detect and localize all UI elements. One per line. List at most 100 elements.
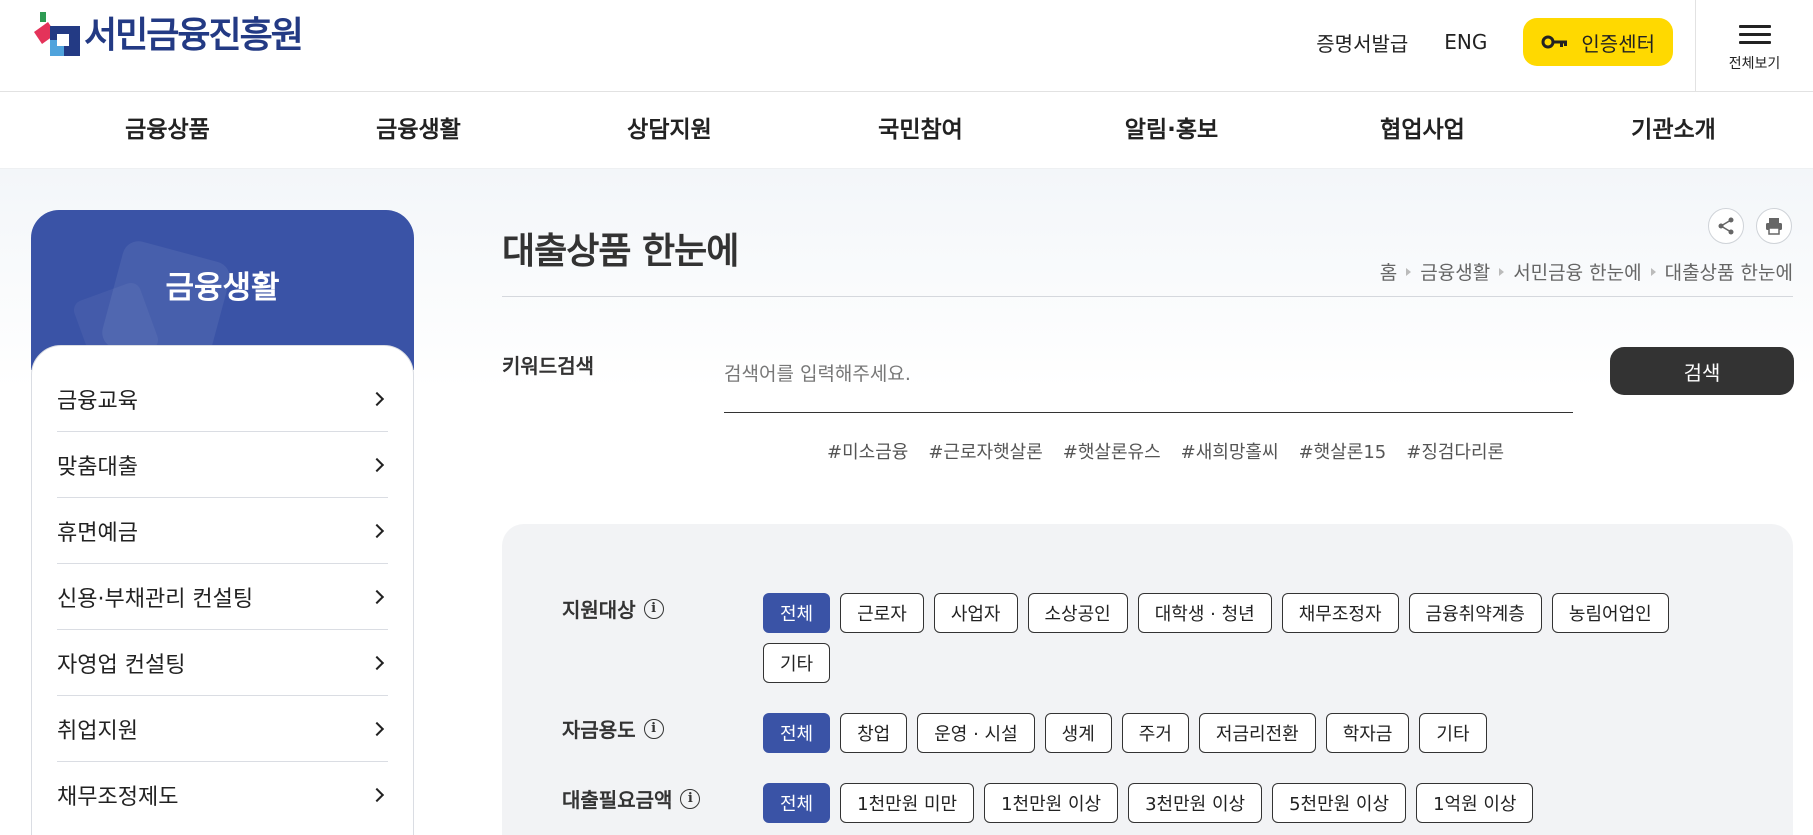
search-button[interactable]: 검색 xyxy=(1610,347,1794,395)
sidebar-item-self-employed[interactable]: 자영업 컨설팅 xyxy=(57,630,388,696)
chip-target-small-merchant[interactable]: 소상공인 xyxy=(1027,593,1128,633)
chip-purpose-housing[interactable]: 주거 xyxy=(1121,713,1189,753)
tag-link[interactable]: #징검다리론 xyxy=(1406,438,1504,464)
breadcrumb-life[interactable]: 금융생활 xyxy=(1420,258,1490,285)
chip-amount-all[interactable]: 전체 xyxy=(763,783,831,823)
sidebar-item-label: 금융교육 xyxy=(57,388,138,414)
filter-options-purpose: 전체 창업 운영 · 시설 생계 주거 저금리전환 학자금 기타 xyxy=(763,713,1723,753)
hamburger-icon xyxy=(1738,20,1771,49)
chip-amount-30m[interactable]: 3천만원 이상 xyxy=(1128,783,1263,823)
breadcrumb: 홈 금융생활 서민금융 한눈에 대출상품 한눈에 xyxy=(1380,258,1793,285)
title-divider xyxy=(502,296,1793,297)
sidebar-item-dormant-deposit[interactable]: 휴면예금 xyxy=(57,498,388,564)
filter-panel: 지원대상 i 전체 근로자 사업자 소상공인 대학생 · 청년 채무조정자 금융… xyxy=(502,524,1793,835)
logo-mark-icon xyxy=(30,12,82,60)
keyword-search-label: 키워드검색 xyxy=(502,354,594,378)
tag-link[interactable]: #미소금융 xyxy=(827,438,908,464)
keyword-search-input[interactable] xyxy=(724,350,1573,413)
chip-purpose-refinance[interactable]: 저금리전환 xyxy=(1198,713,1316,753)
page-title: 대출상품 한눈에 xyxy=(502,231,739,272)
logo-text: 서민금융진흥원 xyxy=(84,15,304,56)
keyword-tags: #미소금융 #근로자햇살론 #햇살론유스 #새희망홀씨 #햇살론15 #징검다리… xyxy=(827,438,1504,464)
cert-center-label: 인증센터 xyxy=(1581,31,1655,56)
filter-options-target: 전체 근로자 사업자 소상공인 대학생 · 청년 채무조정자 금융취약계층 농림… xyxy=(763,593,1723,683)
gnb-item-notice[interactable]: 알림·홍보 xyxy=(1046,92,1297,168)
chip-purpose-operation[interactable]: 운영 · 시설 xyxy=(917,713,1035,753)
gnb-item-consult[interactable]: 상담지원 xyxy=(544,92,795,168)
filter-options-amount: 전체 1천만원 미만 1천만원 이상 3천만원 이상 5천만원 이상 1억원 이… xyxy=(763,783,1723,823)
cert-center-button[interactable]: 인증센터 xyxy=(1523,18,1673,66)
sidebar-item-label: 채무조정제도 xyxy=(57,785,179,810)
chip-target-all[interactable]: 전체 xyxy=(763,593,831,633)
key-icon xyxy=(1541,35,1568,49)
chip-purpose-startup[interactable]: 창업 xyxy=(840,713,908,753)
gnb-item-participation[interactable]: 국민참여 xyxy=(795,92,1046,168)
share-icon xyxy=(1718,217,1734,235)
chevron-right-icon xyxy=(369,457,385,472)
filter-label-target: 지원대상 i xyxy=(562,594,664,623)
sidebar-item-custom-loan[interactable]: 맞춤대출 xyxy=(57,432,388,498)
site-header: 서민금융진흥원 증명서발급 ENG 인증센터 전체보기 xyxy=(0,0,1813,92)
chip-target-worker[interactable]: 근로자 xyxy=(840,593,924,633)
certificate-link[interactable]: 증명서발급 xyxy=(1316,28,1408,57)
sidebar-item-education[interactable]: 금융교육 xyxy=(57,366,388,432)
sidebar-title: 금융생활 xyxy=(165,270,280,306)
sidebar-item-employment[interactable]: 취업지원 xyxy=(57,696,388,762)
print-button[interactable] xyxy=(1756,208,1792,244)
chip-purpose-all[interactable]: 전체 xyxy=(763,713,831,753)
sidebar-item-label: 취업지원 xyxy=(57,718,138,744)
chip-target-student[interactable]: 대학생 · 청년 xyxy=(1137,593,1272,633)
site-logo[interactable]: 서민금융진흥원 xyxy=(30,12,304,60)
gnb-item-cooperation[interactable]: 협업사업 xyxy=(1297,92,1548,168)
sidebar-menu: 금융교육 맞춤대출 휴면예금 신용·부채관리 컨설팅 자영업 컨설팅 취업지원 … xyxy=(31,345,414,835)
info-icon[interactable]: i xyxy=(643,598,664,619)
gnb-item-life[interactable]: 금융생활 xyxy=(293,92,544,168)
gnb-item-products[interactable]: 금융상품 xyxy=(42,92,293,168)
chip-purpose-other[interactable]: 기타 xyxy=(1419,713,1487,753)
info-icon[interactable]: i xyxy=(680,788,701,809)
chip-purpose-tuition[interactable]: 학자금 xyxy=(1325,713,1410,753)
breadcrumb-separator-icon xyxy=(1499,267,1505,276)
tag-link[interactable]: #햇살론15 xyxy=(1299,438,1387,464)
sidebar-item-label: 신용·부채관리 컨설팅 xyxy=(57,586,254,612)
info-icon[interactable]: i xyxy=(643,718,664,739)
print-icon xyxy=(1766,218,1782,235)
chip-amount-under-10m[interactable]: 1천만원 미만 xyxy=(840,783,975,823)
filter-label-amount: 대출필요금액 i xyxy=(562,784,701,813)
filter-label-text: 대출필요금액 xyxy=(562,788,673,812)
chip-amount-50m[interactable]: 5천만원 이상 xyxy=(1272,783,1407,823)
chip-amount-10m[interactable]: 1천만원 이상 xyxy=(984,783,1119,823)
sidebar-item-label: 맞춤대출 xyxy=(57,454,138,480)
english-link[interactable]: ENG xyxy=(1444,30,1487,54)
breadcrumb-separator-icon xyxy=(1650,267,1656,276)
chevron-right-icon xyxy=(369,523,385,538)
sidebar-item-credit-consulting[interactable]: 신용·부채관리 컨설팅 xyxy=(57,564,388,630)
breadcrumb-home[interactable]: 홈 xyxy=(1380,258,1397,285)
breadcrumb-separator-icon xyxy=(1406,267,1412,276)
all-menu-button[interactable]: 전체보기 xyxy=(1695,0,1813,92)
chip-purpose-living[interactable]: 생계 xyxy=(1044,713,1112,753)
utility-nav: 증명서발급 ENG 인증센터 xyxy=(1316,18,1673,66)
breadcrumb-overview[interactable]: 서민금융 한눈에 xyxy=(1513,258,1641,285)
sidebar-item-debt-adjustment[interactable]: 채무조정제도 xyxy=(57,762,388,828)
chevron-right-icon xyxy=(369,391,385,406)
sidebar-item-label: 휴면예금 xyxy=(57,520,138,546)
chip-target-farmer[interactable]: 농림어업인 xyxy=(1551,593,1669,633)
filter-label-text: 자금용도 xyxy=(562,718,636,742)
chip-target-other[interactable]: 기타 xyxy=(763,643,831,683)
chip-target-vulnerable[interactable]: 금융취약계층 xyxy=(1408,593,1542,633)
chip-target-debt-adjusted[interactable]: 채무조정자 xyxy=(1281,593,1399,633)
chevron-right-icon xyxy=(369,589,385,604)
filter-label-purpose: 자금용도 i xyxy=(562,714,664,743)
gnb-item-about[interactable]: 기관소개 xyxy=(1548,92,1799,168)
chevron-right-icon xyxy=(369,721,385,736)
tag-link[interactable]: #근로자햇살론 xyxy=(928,438,1042,464)
filter-label-text: 지원대상 xyxy=(562,598,636,622)
share-button[interactable] xyxy=(1708,208,1744,244)
chip-amount-100m[interactable]: 1억원 이상 xyxy=(1416,783,1534,823)
main-navigation: 금융상품 금융생활 상담지원 국민참여 알림·홍보 협업사업 기관소개 xyxy=(0,92,1813,168)
sidebar-item-label: 자영업 컨설팅 xyxy=(57,652,186,678)
tag-link[interactable]: #햇살론유스 xyxy=(1063,438,1161,464)
tag-link[interactable]: #새희망홀씨 xyxy=(1181,438,1279,464)
chip-target-business[interactable]: 사업자 xyxy=(933,593,1018,633)
